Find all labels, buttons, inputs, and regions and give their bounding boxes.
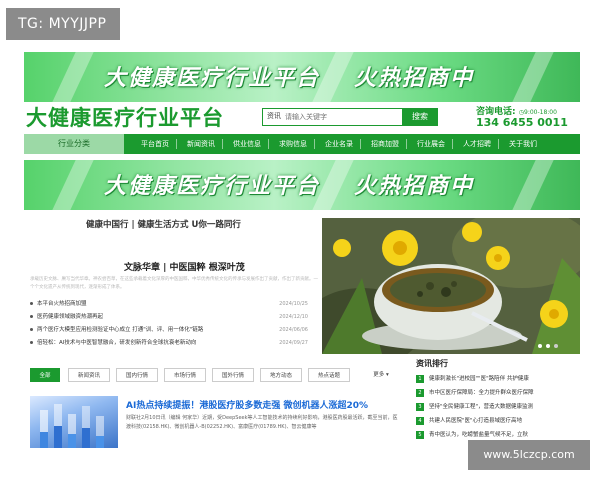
news-list: 本平台火热招商加盟 2024/10/25 医药健康领域融资热潮再起 2024/12/…	[30, 298, 322, 350]
search-input[interactable]	[285, 111, 395, 123]
tab-all[interactable]: 全部	[30, 368, 60, 382]
site-title[interactable]: 大健康医疗行业平台	[26, 102, 224, 132]
list-item[interactable]: 倍轻松：AI技术与中医智慧融合，研发创新符合全球抗衰老新动向 2024/09/27	[30, 337, 322, 350]
ranking-item[interactable]: 3 坚持"全民健康工程"，营造大数据健康监测	[416, 400, 580, 414]
article-title[interactable]: AI热点持续提振！港股医疗股多数走强 微创机器人涨超20%	[126, 398, 368, 411]
lab-flask-illustration	[40, 404, 104, 448]
feature-photo[interactable]	[322, 218, 580, 354]
banner-left-text: 大健康医疗行业平台	[104, 66, 321, 91]
phone-number: 134 6455 0011	[476, 116, 568, 129]
nav-item-about[interactable]: 关于我们	[504, 134, 542, 154]
search-box: 资讯 搜索	[262, 108, 438, 126]
top-banner[interactable]: 大健康医疗行业平台 火热招商中	[24, 52, 580, 102]
nav-item-supply[interactable]: 供业信息	[228, 134, 266, 154]
chevron-down-icon: ▾	[386, 372, 389, 378]
consult-hours: 9:00-18:00	[524, 109, 557, 116]
list-item[interactable]: 两个医疗大模型应用检测验证中心成立 打通"训、评、用一体化"链路 2024/06/…	[30, 324, 322, 337]
lab-image[interactable]	[30, 396, 118, 448]
ranking-title: 资讯排行	[416, 359, 448, 368]
list-item[interactable]: 本平台火热招商加盟 2024/10/25	[30, 298, 322, 311]
list-item[interactable]: 医药健康领域融资热潮再起 2024/12/10	[30, 311, 322, 324]
tab-local[interactable]: 地方动态	[260, 368, 302, 382]
banner2-left-text: 大健康医疗行业平台	[104, 174, 321, 199]
nav-item-home[interactable]: 平台首页	[136, 134, 174, 154]
feature-headline[interactable]: 文脉华章 | 中医国粹 根深叶茂	[124, 260, 245, 273]
article-body: 财联社2月10日讯（编辑 何家华）近期，受DeepSeek等人工智能技术的持续利…	[126, 415, 398, 430]
ranking-list: 1 健康刺激长"进校园""医"路陪伴 共护健康 2 市中区医疗保障局：全力提升群众医…	[416, 372, 580, 442]
tab-foreign[interactable]: 国外行情	[212, 368, 254, 382]
main-nav: 行业分类 平台首页 新闻资讯 供业信息 求购信息 企业名录 招商加盟 行业展会 …	[24, 134, 580, 154]
nav-item-news[interactable]: 新闻资讯	[182, 134, 220, 154]
article-card[interactable]: AI热点持续提振！港股医疗股多数走强 微创机器人涨超20% 财联社2月10日讯（…	[30, 396, 402, 448]
feature-summary: 承载历史文脉、赓写当代华章。神农尝百草，在这些承载着文化深厚的中医国粹，中华优秀…	[30, 277, 318, 290]
tab-domestic[interactable]: 国内行情	[116, 368, 158, 382]
nav-item-purchase[interactable]: 求购信息	[274, 134, 312, 154]
middle-banner[interactable]: 大健康医疗行业平台 火热招商中	[24, 160, 580, 210]
dandelion-tea-image	[322, 218, 580, 354]
banner2-right-text: 火热招商中	[354, 174, 475, 199]
nav-category[interactable]: 行业分类	[24, 134, 124, 154]
category-tabs: 全部 新闻资讯 国内行情 市场行情 国外行情 地方动态 热点话题 更多 ▾	[30, 368, 402, 384]
nav-item-companies[interactable]: 企业名录	[320, 134, 358, 154]
ranking-item[interactable]: 2 市中区医疗保障局：全力提升群众医疗保障	[416, 386, 580, 400]
channel-tag: TG: MYYJJPP	[6, 8, 120, 40]
ranking-item[interactable]: 4 共建人民医院"医"心打造县域医疗高地	[416, 414, 580, 428]
nav-item-franchise[interactable]: 招商加盟	[366, 134, 404, 154]
nav-item-jobs[interactable]: 人才招聘	[458, 134, 496, 154]
search-button[interactable]: 搜索	[402, 108, 438, 126]
search-category-select[interactable]: 资讯	[267, 111, 281, 121]
tab-more[interactable]: 更多 ▾	[366, 368, 396, 382]
tab-market[interactable]: 市场行情	[164, 368, 206, 382]
tab-news[interactable]: 新闻资讯	[68, 368, 110, 382]
tab-hot-topics[interactable]: 热点话题	[308, 368, 350, 382]
banner-right-text: 火热招商中	[354, 66, 475, 91]
webpage-screenshot: 大健康医疗行业平台 火热招商中 大健康医疗行业平台 资讯 搜索 咨询电话: ◷9…	[24, 46, 580, 448]
site-watermark: www.5lczcp.com	[468, 440, 590, 470]
ranking-item[interactable]: 1 健康刺激长"进校园""医"路陪伴 共护健康	[416, 372, 580, 386]
slogan: 健康中国行 | 健康生活方式 U你一路同行	[86, 220, 241, 230]
nav-item-expo[interactable]: 行业展会	[412, 134, 450, 154]
